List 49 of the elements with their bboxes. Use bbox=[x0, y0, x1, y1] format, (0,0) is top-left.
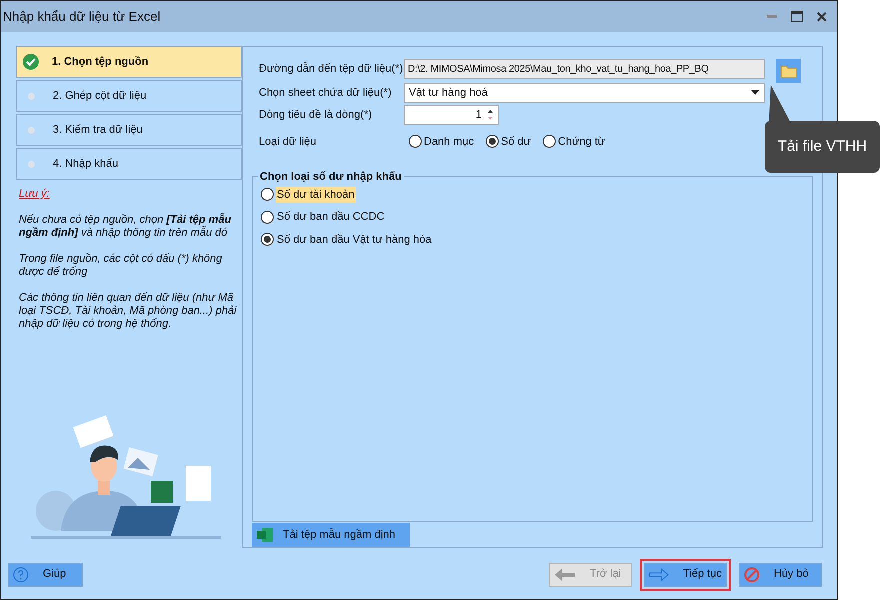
step-item[interactable]: 3. Kiểm tra dữ liệu bbox=[16, 114, 242, 146]
step-label: 2. Ghép cột dữ liệu bbox=[53, 88, 147, 104]
radio-button[interactable] bbox=[261, 233, 274, 246]
note-text: Trong file nguồn, các cột có dấu (*) không được để trống bbox=[19, 253, 224, 279]
note-text: Nếu chưa có tệp nguồn, chọn [Tải tệp mẫu ngầm định] và nhập thông tin trên mẫu đó bbox=[19, 214, 232, 240]
radio-label[interactable]: Số dư bbox=[501, 134, 532, 150]
radio-button[interactable] bbox=[486, 135, 500, 148]
radio-button[interactable] bbox=[261, 210, 274, 224]
radio-button[interactable] bbox=[261, 188, 274, 202]
window-title: Nhập khẩu dữ liệu từ Excel bbox=[3, 8, 161, 26]
no-entry-icon bbox=[744, 566, 760, 582]
path-field[interactable]: D:\2. MIMOSA\Mimosa 2025\Mau_ton_kho_vat_tu_hang_hoa_PP_BQ bbox=[404, 59, 765, 79]
arrow-left-icon bbox=[554, 568, 576, 582]
radio-label[interactable]: Số dư ban đầu Vật tư hàng hóa bbox=[276, 232, 433, 248]
radio-label[interactable]: Số dư tài khoản bbox=[276, 186, 356, 204]
radio-button[interactable] bbox=[409, 135, 422, 148]
arrow-right-icon bbox=[649, 568, 670, 582]
path-label: Đường dẫn đến tệp dữ liệu(*) bbox=[258, 62, 404, 77]
cancel-button[interactable]: Hủy bỏ bbox=[739, 562, 822, 586]
step-item[interactable]: 2. Ghép cột dữ liệu bbox=[16, 80, 242, 112]
spinner-icon[interactable] bbox=[486, 108, 495, 122]
folder-icon bbox=[780, 64, 796, 78]
radio-label[interactable]: Danh mục bbox=[424, 134, 474, 150]
step-item[interactable]: 1. Chọn tệp nguồn bbox=[16, 46, 242, 78]
radio-label[interactable]: Số dư ban đầu CCDC bbox=[276, 209, 386, 226]
close-icon[interactable] bbox=[817, 12, 827, 22]
radio-button[interactable] bbox=[543, 135, 556, 148]
radio-label[interactable]: Chứng từ bbox=[558, 134, 606, 150]
step-label: 3. Kiểm tra dữ liệu bbox=[53, 122, 143, 138]
header-row-field[interactable]: 1 bbox=[404, 105, 499, 126]
maximize-icon[interactable] bbox=[791, 11, 803, 22]
sheet-label: Chọn sheet chứa dữ liệu(*) bbox=[258, 86, 393, 100]
check-icon bbox=[23, 54, 39, 70]
note-title: Lưu ý: bbox=[19, 188, 50, 201]
tooltip: Tải file VTHH bbox=[765, 121, 880, 173]
header-row-label: Dòng tiêu đề là dòng(*) bbox=[258, 108, 374, 124]
step-item[interactable]: 4. Nhập khẩu bbox=[16, 148, 242, 180]
step-label: 1. Chọn tệp nguồn bbox=[52, 54, 149, 70]
template-button[interactable]: Tải tệp mẫu ngầm định bbox=[252, 523, 410, 547]
spreadsheet-icon bbox=[257, 528, 273, 542]
step-label: 4. Nhập khẩu bbox=[53, 156, 118, 172]
group-title: Chọn loại số dư nhập khẩu bbox=[258, 168, 404, 186]
caret-icon bbox=[751, 90, 760, 96]
help-button[interactable]: Giúp bbox=[8, 562, 83, 586]
help-icon bbox=[13, 566, 29, 582]
next-button[interactable]: Tiếp tục bbox=[644, 562, 727, 586]
data-type-label: Loại dữ liệu bbox=[258, 134, 318, 150]
note-text: Các thông tin liên quan đến dữ liệu (như Mã loại TSCĐ, Tài khoản, Mã phòng ban...) phải nhập dữ liệu có trong hệ thống. bbox=[19, 292, 238, 331]
sheet-dropdown[interactable]: Vật tư hàng hoá bbox=[404, 82, 765, 103]
